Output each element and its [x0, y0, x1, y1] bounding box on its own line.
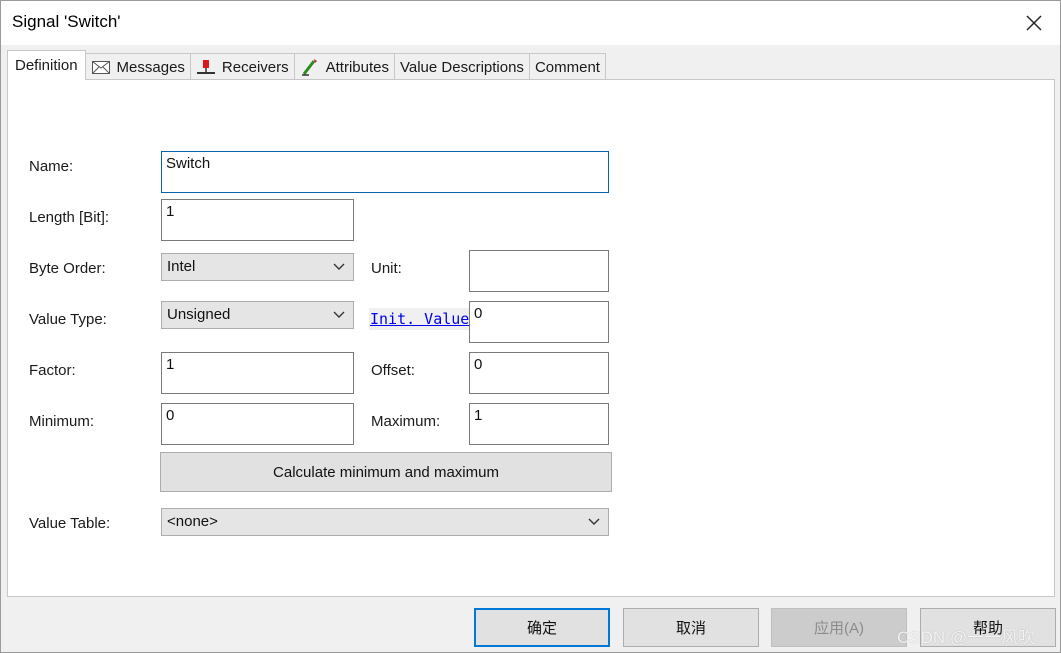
chevron-down-icon: [333, 263, 345, 270]
tab-label: Receivers: [221, 58, 289, 76]
apply-button[interactable]: 应用(A): [771, 608, 907, 647]
pencil-attribute-icon: [300, 59, 320, 76]
calculate-min-max-button[interactable]: Calculate minimum and maximum: [160, 452, 612, 492]
length-input[interactable]: 1: [161, 199, 354, 241]
value-type-value: Unsigned: [167, 306, 231, 323]
offset-input[interactable]: 0: [469, 352, 609, 394]
length-label: Length [Bit]:: [29, 209, 110, 226]
byte-order-value: Intel: [167, 258, 196, 275]
minimum-label: Minimum:: [29, 413, 95, 430]
value-table-label: Value Table:: [29, 515, 111, 532]
tab-label: Attributes: [325, 58, 389, 76]
tab-messages[interactable]: Messages: [84, 53, 191, 80]
offset-label: Offset:: [371, 362, 415, 379]
tab-label: Value Descriptions: [399, 58, 524, 76]
minimum-input[interactable]: 0: [161, 403, 354, 445]
maximum-label: Maximum:: [371, 413, 441, 430]
name-input[interactable]: Switch: [161, 151, 609, 193]
envelope-icon: [91, 59, 111, 75]
help-button[interactable]: 帮助: [920, 608, 1056, 647]
factor-input[interactable]: 1: [161, 352, 354, 394]
value-table-select[interactable]: <none>: [161, 508, 609, 536]
tab-definition[interactable]: Definition: [7, 50, 86, 80]
value-table-value: <none>: [167, 513, 218, 530]
tab-value-descriptions[interactable]: Value Descriptions: [393, 53, 530, 80]
title-bar: Signal 'Switch': [1, 1, 1060, 45]
close-icon: [1026, 15, 1042, 31]
chevron-down-icon: [588, 518, 600, 525]
tab-label: Messages: [116, 58, 185, 76]
tab-attributes[interactable]: Attributes: [293, 53, 395, 80]
byte-order-select[interactable]: Intel: [161, 253, 354, 281]
init-value-input[interactable]: 0: [469, 301, 609, 343]
name-label: Name:: [29, 158, 74, 175]
chevron-down-icon: [333, 311, 345, 318]
ok-button[interactable]: 确定: [474, 608, 610, 647]
close-button[interactable]: [1008, 1, 1060, 45]
maximum-input[interactable]: 1: [469, 403, 609, 445]
init-value-link[interactable]: Init. Value: [369, 308, 471, 330]
value-type-label: Value Type:: [29, 311, 107, 328]
tab-receivers[interactable]: Receivers: [189, 53, 295, 80]
tab-label: Comment: [534, 58, 600, 76]
unit-input[interactable]: [469, 250, 609, 292]
receiver-node-icon: [196, 59, 216, 75]
unit-label: Unit:: [371, 260, 402, 277]
window-title: Signal 'Switch': [12, 12, 121, 31]
byte-order-label: Byte Order:: [29, 260, 106, 277]
signal-dialog: Signal 'Switch' Definition Messages Rece…: [0, 0, 1061, 653]
tab-bar: Definition Messages Receivers Attributes…: [7, 50, 606, 80]
factor-label: Factor:: [29, 362, 76, 379]
tab-label: Definition: [15, 57, 78, 74]
tab-comment[interactable]: Comment: [528, 53, 606, 80]
value-type-select[interactable]: Unsigned: [161, 301, 354, 329]
cancel-button[interactable]: 取消: [623, 608, 759, 647]
